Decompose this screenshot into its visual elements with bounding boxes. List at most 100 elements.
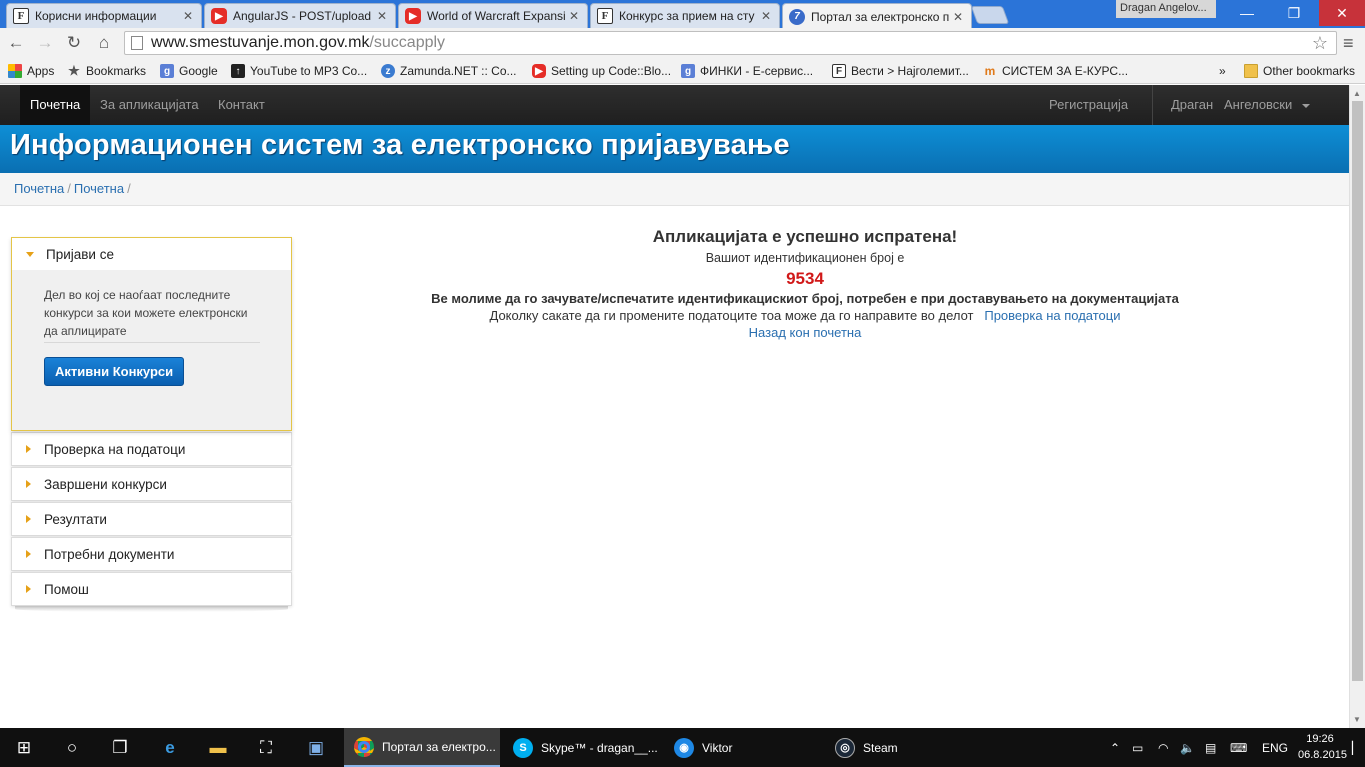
notifications-icon[interactable]: ▤	[1205, 728, 1216, 767]
bookmark-item[interactable]: z Zamunda.NET :: Co...	[381, 62, 517, 80]
browser-tab-active[interactable]: 7 Портал за електронско п ✕	[782, 3, 972, 29]
browser-tab[interactable]: ▶ AngularJS - POST/upload ✕	[204, 3, 396, 28]
minimize-icon[interactable]: —	[1224, 0, 1270, 26]
bookmarks-overflow-button[interactable]: »	[1219, 62, 1226, 80]
portal-icon: 7	[789, 8, 805, 25]
sidebar-shadow	[15, 606, 288, 612]
accordion-header-apply[interactable]: Пријави се	[12, 238, 291, 270]
taskbar-app-label: Портал за електро...	[382, 739, 496, 754]
other-bookmarks-item[interactable]: Other bookmarks	[1244, 62, 1355, 80]
browser-tab[interactable]: F Конкурс за прием на сту ✕	[590, 3, 780, 28]
close-icon[interactable]: ✕	[377, 9, 389, 23]
site-banner: Информационен систем за електронско приј…	[0, 125, 1349, 173]
back-arrow-icon[interactable]: ←	[5, 32, 27, 54]
network-app-icon[interactable]: ▣	[292, 728, 340, 767]
show-desktop-button[interactable]: ▏	[1352, 728, 1361, 767]
bookmark-star-icon[interactable]: ☆	[1312, 33, 1328, 54]
bookmark-item[interactable]: Apps	[8, 62, 54, 80]
accordion-title: Проверка на податоци	[44, 441, 186, 457]
address-bar[interactable]: www.smestuvanje.mon.gov.mk /succapply ☆	[124, 31, 1337, 55]
windows-start-icon[interactable]: ⊞	[0, 728, 48, 767]
accordion-title: Резултати	[44, 511, 107, 527]
breadcrumb-link[interactable]: Почетна	[74, 181, 124, 196]
taskbar-app-steam[interactable]: ◎ Steam	[825, 728, 981, 767]
active-competitions-button[interactable]: Активни Конкурси	[44, 357, 185, 386]
check-data-link[interactable]: Проверка на податоци	[984, 308, 1120, 323]
file-explorer-icon[interactable]: ▬	[194, 728, 242, 767]
bookmark-item[interactable]: F Вести > Најголемит...	[832, 62, 969, 80]
wifi-icon[interactable]: ◠	[1158, 728, 1168, 767]
browser-tab[interactable]: F Корисни информации ✕	[6, 3, 202, 28]
nav-user-menu[interactable]: Драган Ангеловски	[1161, 85, 1320, 125]
clock-time: 19:26	[1306, 733, 1334, 745]
accordion-header-finished-competitions[interactable]: Завршени конкурси	[11, 467, 292, 501]
close-icon[interactable]: ✕	[953, 10, 965, 24]
tab-title: AngularJS - POST/upload	[233, 9, 372, 23]
nav-divider	[1152, 85, 1153, 125]
bookmark-item[interactable]: ★ Bookmarks	[67, 62, 146, 80]
skype-icon: S	[513, 737, 533, 758]
page-scrollbar[interactable]: ▲ ▼	[1349, 85, 1365, 728]
scroll-up-icon[interactable]: ▲	[1353, 89, 1361, 98]
scroll-down-icon[interactable]: ▼	[1353, 715, 1361, 724]
edge-icon[interactable]: e	[146, 728, 194, 767]
bookmark-label: Bookmarks	[86, 64, 147, 78]
tray-chevron-up-icon[interactable]: ⌃	[1110, 728, 1120, 767]
taskbar-clock[interactable]: 19:26 06.8.2015	[1298, 731, 1347, 763]
accordion-header-results[interactable]: Резултати	[11, 502, 292, 536]
triangle-right-icon	[26, 445, 31, 453]
accordion-title: Помош	[44, 581, 89, 597]
accordion-header-help[interactable]: Помош	[11, 572, 292, 606]
success-panel: Апликацијата е успешно испратена! Вашиот…	[330, 227, 1280, 340]
user-first-name: Драган	[1171, 97, 1214, 112]
taskbar-app-viktor[interactable]: ◉ Viktor	[664, 728, 820, 767]
language-indicator[interactable]: ENG	[1262, 728, 1288, 767]
download-icon: ↑	[231, 64, 245, 78]
task-view-icon[interactable]: ❐	[96, 728, 144, 767]
power-icon[interactable]: ▭	[1132, 728, 1143, 767]
back-home-link[interactable]: Назад кон почетна	[749, 325, 862, 340]
store-icon[interactable]: ⛶	[242, 728, 290, 767]
maximize-icon[interactable]: ❐	[1271, 0, 1317, 26]
search-circle-icon[interactable]: ○	[48, 728, 96, 767]
taskbar-app-skype[interactable]: S Skype™ - dragan__...	[503, 728, 659, 767]
home-icon[interactable]: ⌂	[93, 32, 115, 54]
volume-icon[interactable]: 🔈	[1180, 728, 1195, 767]
close-icon[interactable]: ✕	[761, 9, 773, 23]
youtube-icon: ▶	[211, 8, 227, 24]
bookmark-item[interactable]: ↑ YouTube to MP3 Co...	[231, 62, 367, 80]
breadcrumb-link[interactable]: Почетна	[14, 181, 64, 196]
close-icon[interactable]: ✕	[183, 9, 195, 23]
new-tab-button[interactable]	[970, 6, 1010, 24]
chrome-icon	[354, 736, 374, 757]
nav-about[interactable]: За апликацијата	[90, 85, 209, 125]
forward-arrow-icon[interactable]: →	[34, 32, 56, 54]
menu-icon[interactable]: ≡	[1343, 33, 1354, 54]
id-label: Вашиот идентификационен број е	[705, 251, 905, 265]
change-data-text: Доколку сакате да ги промените податоцит…	[489, 308, 974, 323]
youtube-icon: ▶	[532, 64, 546, 78]
close-icon[interactable]: ✕	[569, 9, 581, 23]
nav-contact[interactable]: Контакт	[208, 85, 275, 125]
taskbar-app-label: Skype™ - dragan__...	[541, 740, 658, 755]
bookmark-label: Zamunda.NET :: Co...	[400, 64, 517, 78]
keyboard-icon[interactable]: ⌨	[1230, 728, 1247, 767]
triangle-right-icon	[26, 585, 31, 593]
bookmark-item[interactable]: g ФИНКИ - Е-сервис...	[681, 62, 813, 80]
reload-icon[interactable]: ↻	[63, 32, 85, 54]
nav-register[interactable]: Регистрација	[1039, 85, 1138, 125]
nav-home[interactable]: Почетна	[20, 85, 91, 125]
taskbar-app-chrome[interactable]: Портал за електро...	[344, 728, 500, 767]
scroll-thumb[interactable]	[1352, 101, 1363, 681]
bookmark-item[interactable]: m СИСТЕМ ЗА Е-КУРС...	[983, 62, 1128, 80]
bookmark-item[interactable]: g Google	[160, 62, 218, 80]
browser-tab[interactable]: ▶ World of Warcraft Expansi ✕	[398, 3, 588, 28]
profile-button[interactable]: Dragan Angelov...	[1116, 0, 1216, 18]
accordion-header-documents[interactable]: Потребни документи	[11, 537, 292, 571]
close-window-icon[interactable]: ✕	[1319, 0, 1365, 26]
bookmark-item[interactable]: ▶ Setting up Code::Blo...	[532, 62, 671, 80]
url-host: www.smestuvanje.mon.gov.mk	[151, 34, 370, 51]
site-title: Информационен систем за електронско приј…	[10, 129, 790, 161]
user-last-name: Ангеловски	[1223, 97, 1293, 112]
accordion-header-check-data[interactable]: Проверка на податоци	[11, 432, 292, 466]
